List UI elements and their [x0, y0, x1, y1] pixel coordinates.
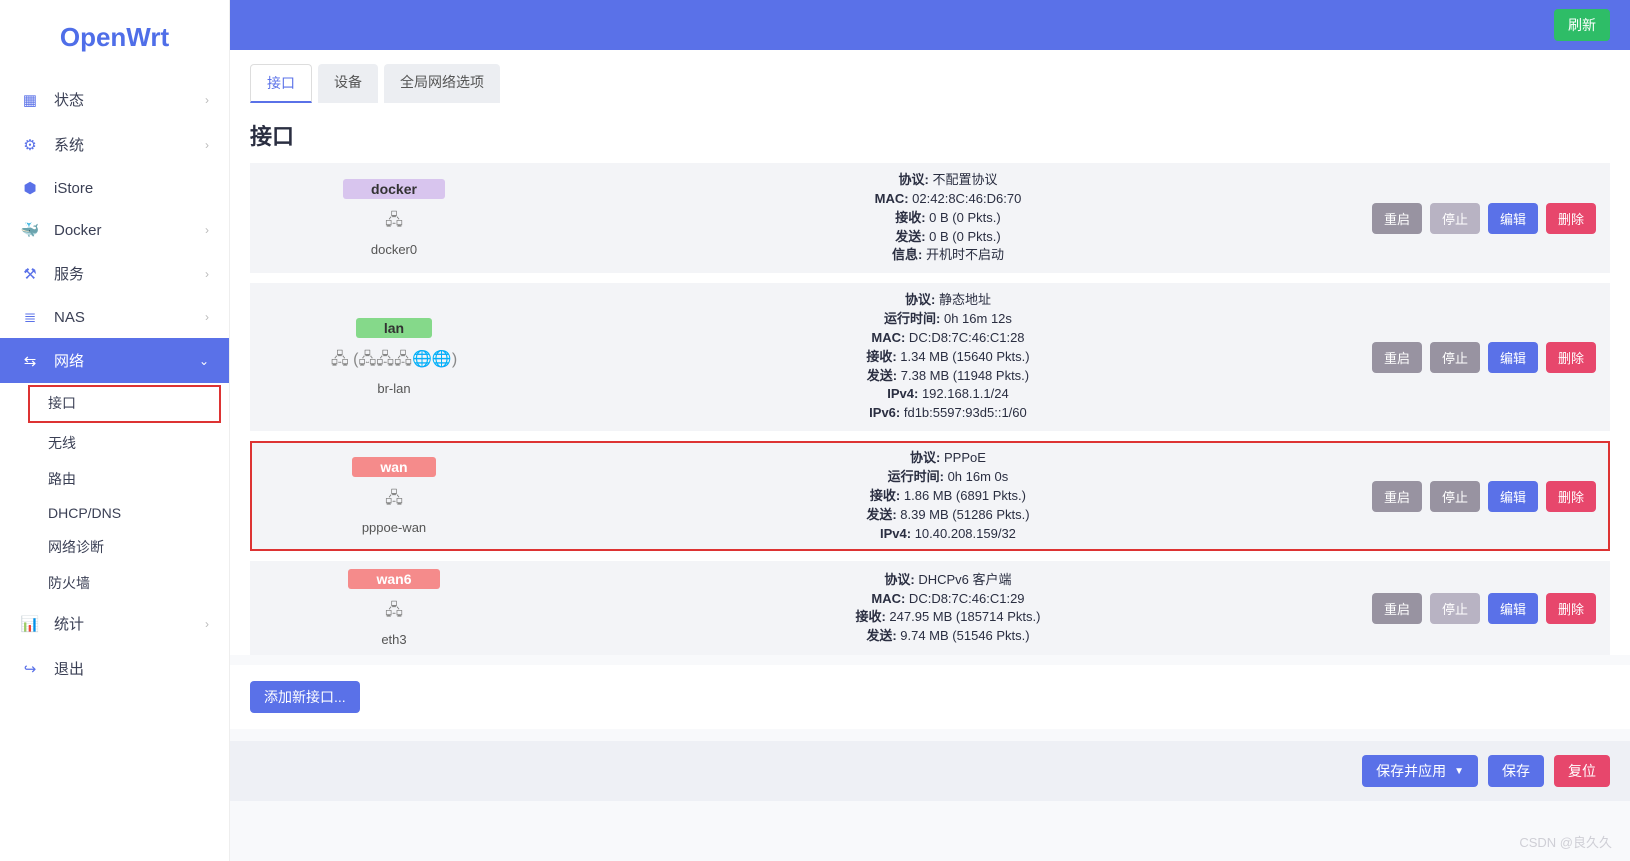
edit-button[interactable]: 编辑 — [1488, 342, 1538, 373]
interface-badge: lan — [356, 318, 432, 338]
tab-global[interactable]: 全局网络选项 — [384, 64, 500, 103]
sidebar-subitem-diagnostics[interactable]: 网络诊断 — [0, 529, 229, 565]
sidebar-item-istore[interactable]: ⬢ iStore › — [0, 167, 229, 209]
save-apply-label: 保存并应用 — [1376, 761, 1446, 781]
delete-button[interactable]: 删除 — [1546, 593, 1596, 624]
save-apply-button[interactable]: 保存并应用 ▼ — [1362, 755, 1478, 787]
sidebar-item-label: 网络 — [54, 350, 199, 371]
sidebar: OpenWrt ▦ 状态 › ⚙ 系统 › ⬢ iStore › 🐳 Docke… — [0, 0, 230, 861]
sidebar-item-logout[interactable]: ↪ 退出 › — [0, 646, 229, 691]
delete-button[interactable]: 删除 — [1546, 481, 1596, 512]
footer-actions: 保存并应用 ▼ 保存 复位 — [230, 741, 1630, 801]
sidebar-subitem-routes[interactable]: 路由 — [0, 461, 229, 497]
interface-stats: 协议: 静态地址运行时间: 0h 16m 12sMAC: DC:D8:7C:46… — [524, 291, 1372, 423]
save-button[interactable]: 保存 — [1488, 755, 1544, 787]
device-name: eth3 — [381, 632, 406, 647]
delete-button[interactable]: 删除 — [1546, 342, 1596, 373]
refresh-button[interactable]: 刷新 — [1554, 9, 1610, 41]
docker-icon: 🐳 — [20, 221, 40, 239]
stop-button[interactable]: 停止 — [1430, 203, 1480, 234]
chevron-right-icon: › — [205, 93, 209, 107]
sidebar-item-label: Docker — [54, 222, 205, 239]
sidebar-subitem-interfaces[interactable]: 接口 — [28, 385, 221, 423]
logo: OpenWrt — [0, 0, 229, 77]
reset-button[interactable]: 复位 — [1554, 755, 1610, 787]
sidebar-item-label: 统计 — [54, 613, 205, 634]
interface-row-wan: wan 🖧 pppoe-wan 协议: PPPoE运行时间: 0h 16m 0s… — [250, 441, 1610, 551]
stop-button[interactable]: 停止 — [1430, 342, 1480, 373]
tabs: 接口 设备 全局网络选项 — [250, 64, 1610, 103]
logout-icon: ↪ — [20, 660, 40, 678]
sidebar-item-services[interactable]: ⚒ 服务 › — [0, 251, 229, 296]
edit-button[interactable]: 编辑 — [1488, 593, 1538, 624]
interface-badge: docker — [343, 179, 445, 199]
interface-row-lan: lan 🖧 (🖧🖧🖧🌐🌐) br-lan 协议: 静态地址运行时间: 0h 16… — [250, 283, 1610, 431]
device-icon: 🖧 (🖧🖧🖧🌐🌐) — [331, 348, 457, 375]
interface-stats: 协议: PPPoE运行时间: 0h 16m 0s接收: 1.86 MB (689… — [524, 449, 1372, 543]
sidebar-item-label: 系统 — [54, 134, 205, 155]
interface-badge: wan — [352, 457, 435, 477]
add-interface-button[interactable]: 添加新接口... — [250, 681, 360, 713]
database-icon: ≣ — [20, 308, 40, 326]
restart-button[interactable]: 重启 — [1372, 342, 1422, 373]
interface-row-docker: docker 🖧 docker0 协议: 不配置协议MAC: 02:42:8C:… — [250, 163, 1610, 273]
sidebar-item-label: 服务 — [54, 263, 205, 284]
tab-interfaces[interactable]: 接口 — [250, 64, 312, 103]
network-icon: ⇆ — [20, 352, 40, 370]
sidebar-subitem-dhcp[interactable]: DHCP/DNS — [0, 497, 229, 529]
chevron-down-icon: ⌄ — [199, 354, 209, 368]
device-name: br-lan — [377, 381, 410, 396]
chevron-right-icon: › — [205, 138, 209, 152]
device-icon: 🖧 — [385, 209, 403, 236]
sidebar-item-nas[interactable]: ≣ NAS › — [0, 296, 229, 338]
sidebar-item-statistics[interactable]: 📊 统计 › — [0, 601, 229, 646]
sidebar-item-docker[interactable]: 🐳 Docker › — [0, 209, 229, 251]
sidebar-item-label: NAS — [54, 309, 205, 326]
interface-badge: wan6 — [348, 569, 439, 589]
watermark: CSDN @良久久 — [1519, 832, 1612, 851]
device-name: docker0 — [371, 242, 417, 257]
sidebar-item-label: 退出 — [54, 658, 205, 679]
sidebar-subitem-wireless[interactable]: 无线 — [0, 425, 229, 461]
device-icon: 🖧 — [385, 599, 403, 626]
edit-button[interactable]: 编辑 — [1488, 481, 1538, 512]
tab-devices[interactable]: 设备 — [318, 64, 378, 103]
topbar: 刷新 — [230, 0, 1630, 50]
gear-icon: ⚙ — [20, 136, 40, 154]
chevron-right-icon: › — [205, 310, 209, 324]
cube-icon: ⬢ — [20, 179, 40, 197]
interface-stats: 协议: DHCPv6 客户端MAC: DC:D8:7C:46:C1:29接收: … — [524, 571, 1372, 646]
sidebar-item-label: 状态 — [54, 89, 205, 110]
page-title: 接口 — [250, 119, 1610, 151]
chevron-right-icon: › — [205, 267, 209, 281]
main-content: 刷新 接口 设备 全局网络选项 接口 docker 🖧 docker0 协议: … — [230, 0, 1630, 861]
stop-button[interactable]: 停止 — [1430, 481, 1480, 512]
caret-down-icon: ▼ — [1454, 766, 1464, 777]
sidebar-item-network[interactable]: ⇆ 网络 ⌄ — [0, 338, 229, 383]
sidebar-subitem-firewall[interactable]: 防火墙 — [0, 565, 229, 601]
chevron-right-icon: › — [205, 223, 209, 237]
sidebar-item-label: iStore — [54, 180, 205, 197]
edit-button[interactable]: 编辑 — [1488, 203, 1538, 234]
sidebar-submenu-network: 接口 无线 路由 DHCP/DNS 网络诊断 防火墙 — [0, 385, 229, 601]
sidebar-item-status[interactable]: ▦ 状态 › — [0, 77, 229, 122]
restart-button[interactable]: 重启 — [1372, 593, 1422, 624]
device-icon: 🖧 — [385, 487, 403, 514]
chart-icon: 📊 — [20, 615, 40, 633]
stop-button[interactable]: 停止 — [1430, 593, 1480, 624]
interface-row-wan6: wan6 🖧 eth3 协议: DHCPv6 客户端MAC: DC:D8:7C:… — [250, 561, 1610, 655]
interface-stats: 协议: 不配置协议MAC: 02:42:8C:46:D6:70接收: 0 B (… — [524, 171, 1372, 265]
device-name: pppoe-wan — [362, 520, 426, 535]
chevron-right-icon: › — [205, 617, 209, 631]
sidebar-item-system[interactable]: ⚙ 系统 › — [0, 122, 229, 167]
restart-button[interactable]: 重启 — [1372, 481, 1422, 512]
grid-icon: ▦ — [20, 91, 40, 109]
restart-button[interactable]: 重启 — [1372, 203, 1422, 234]
delete-button[interactable]: 删除 — [1546, 203, 1596, 234]
tools-icon: ⚒ — [20, 265, 40, 283]
